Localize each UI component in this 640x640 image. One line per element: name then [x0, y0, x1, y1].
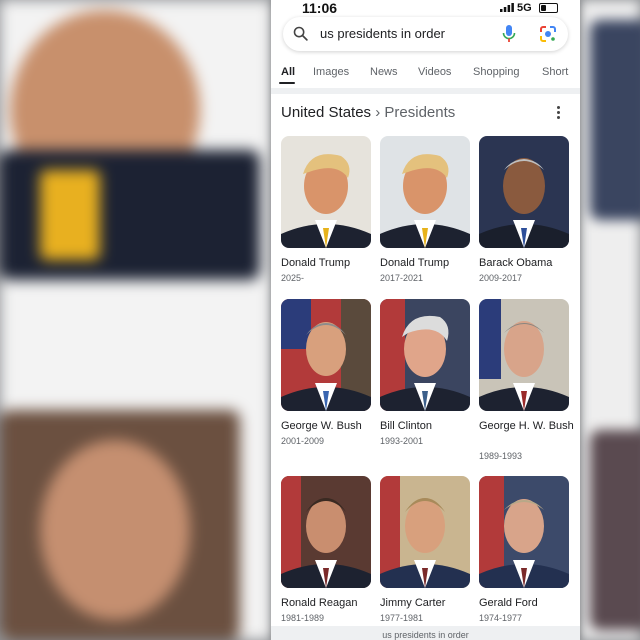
tab-news[interactable]: News	[370, 66, 398, 78]
signal-icon	[500, 3, 514, 12]
tab-images[interactable]: Images	[313, 66, 349, 78]
network-type: 5G	[517, 2, 532, 14]
search-input[interactable]: us presidents in order	[320, 26, 445, 41]
bottom-search-text: us presidents in order	[382, 630, 469, 640]
president-photo	[479, 476, 569, 588]
president-name: Barack Obama	[479, 257, 553, 269]
header-category: Presidents	[384, 104, 456, 121]
results-header: United States › Presidents	[281, 104, 455, 121]
header-separator: ›	[375, 104, 381, 121]
president-years: 2017-2021	[380, 273, 424, 283]
president-years: 2025-	[281, 273, 305, 283]
blurred-right-panel	[580, 0, 640, 640]
tab-short[interactable]: Short	[542, 66, 568, 78]
president-name: Jimmy Carter	[380, 597, 446, 609]
president-photo	[281, 476, 371, 588]
president-photo	[380, 299, 470, 411]
section-divider	[271, 88, 580, 94]
tab-all[interactable]: All	[281, 66, 295, 78]
president-name: Ronald Reagan	[281, 597, 358, 609]
president-photo	[281, 136, 371, 248]
president-photo	[479, 136, 569, 248]
president-years: 2009-2017	[479, 273, 523, 283]
search-icon	[293, 26, 308, 41]
president-photo	[380, 136, 470, 248]
president-name: Donald Trump	[380, 257, 450, 269]
search-tabs: All Images News Videos Shopping Short	[271, 62, 580, 88]
bottom-search-bar[interactable]: us presidents in order	[271, 626, 580, 640]
president-years: 1989-1993	[479, 451, 523, 461]
tab-shopping[interactable]: Shopping	[473, 66, 520, 78]
battery-icon	[539, 3, 558, 13]
president-years: 1993-2001	[380, 436, 424, 446]
president-years: 1977-1981	[380, 613, 424, 623]
google-lens-icon[interactable]	[539, 25, 557, 43]
president-years: 1981-1989	[281, 613, 325, 623]
tab-videos[interactable]: Videos	[418, 66, 451, 78]
president-photo	[380, 476, 470, 588]
president-years: 2001-2009	[281, 436, 325, 446]
president-name: George W. Bush	[281, 420, 362, 432]
status-bar: 11:06 5G	[271, 0, 580, 18]
header-country[interactable]: United States	[281, 104, 371, 121]
active-tab-indicator	[279, 82, 295, 84]
president-name: Donald Trump	[281, 257, 351, 269]
president-name: Bill Clinton	[380, 420, 432, 432]
status-time: 11:06	[302, 0, 338, 16]
president-photo	[479, 299, 569, 411]
blurred-left-panel	[0, 0, 272, 640]
president-name: George H. W. Bush	[479, 420, 574, 432]
more-options-icon[interactable]	[557, 106, 561, 121]
president-years: 1974-1977	[479, 613, 523, 623]
president-name: Gerald Ford	[479, 597, 538, 609]
phone-screen: 11:06 5G us presidents in order All Imag…	[271, 0, 580, 640]
president-photo	[281, 299, 371, 411]
microphone-icon[interactable]	[502, 24, 516, 44]
search-bar[interactable]: us presidents in order	[283, 17, 568, 51]
